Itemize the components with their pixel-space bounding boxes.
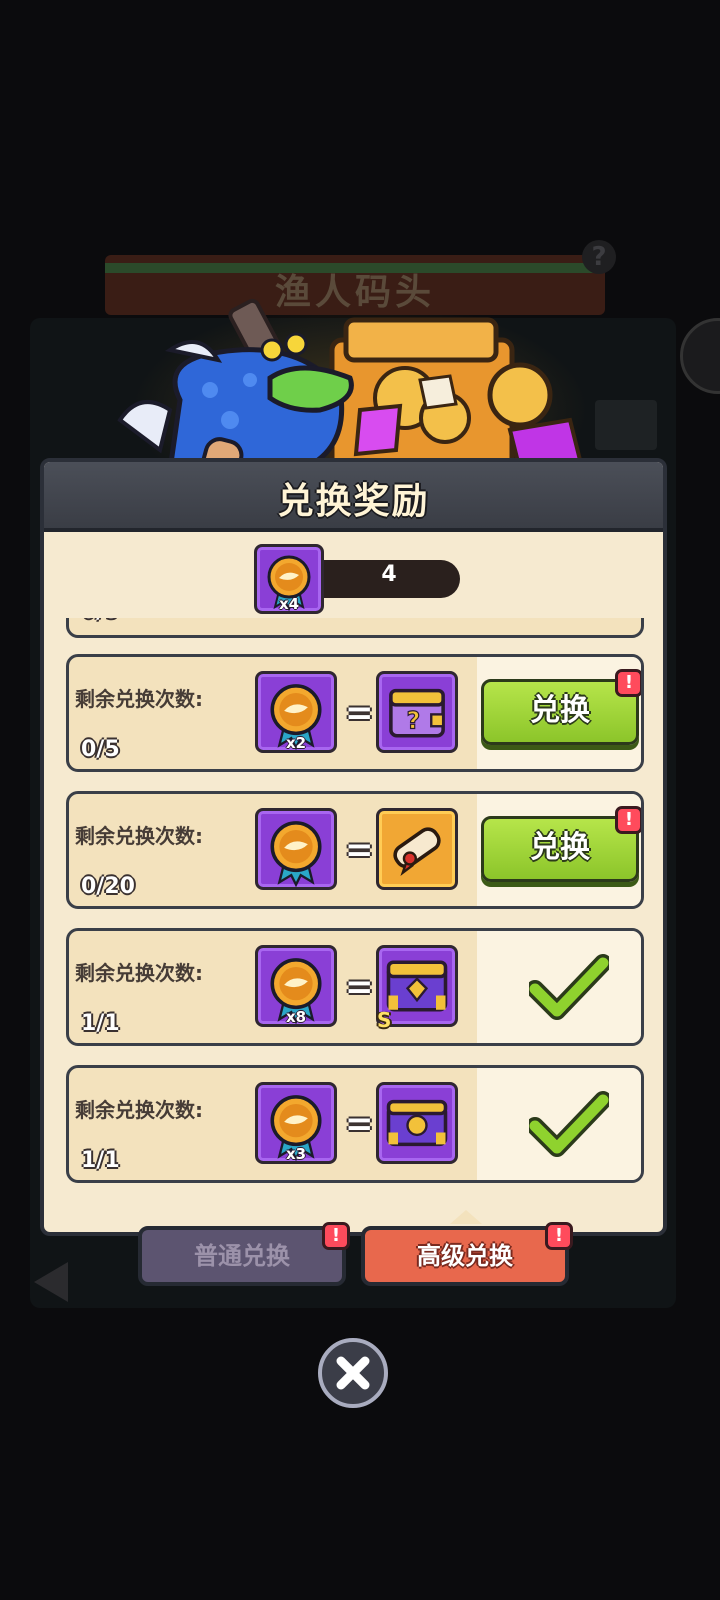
svg-text:?: ? (407, 707, 421, 735)
mystery-chest-icon: ? (389, 688, 445, 738)
dialog-title: 兑换奖励 (277, 481, 430, 522)
remaining-exchanges-label: 剩余兑换次数: (75, 687, 203, 711)
medal-token-slot: x4 (254, 544, 324, 614)
tab-advanced-exchange[interactable]: 高级兑换 (361, 1226, 569, 1286)
fish-emblem-chest-icon (386, 1099, 448, 1147)
tab-pointer (450, 1210, 482, 1224)
reward-slot[interactable] (376, 808, 458, 890)
check-icon (529, 1091, 609, 1157)
alert-badge: ! (322, 1222, 350, 1250)
cost-qty: x8 (285, 1008, 307, 1026)
header-art (117, 298, 583, 480)
help-icon[interactable]: ? (582, 240, 616, 274)
cost-medal-slot (255, 808, 337, 890)
remaining-exchanges-count: 0/5 (81, 737, 120, 762)
close-icon (336, 1356, 370, 1390)
close-button[interactable] (318, 1338, 388, 1408)
reward-slot[interactable]: S (376, 945, 458, 1032)
back-arrow-icon[interactable] (34, 1262, 68, 1302)
remaining-exchanges-label: 剩余兑换次数: (75, 961, 203, 985)
cost-qty: x2 (285, 734, 307, 752)
reward-slot[interactable] (376, 1082, 458, 1164)
remaining-exchanges-count: 0/20 (81, 874, 135, 899)
cost-medal-slot: x8 (255, 945, 337, 1027)
reward-slot[interactable]: ? (376, 671, 458, 753)
avatar[interactable] (680, 318, 720, 394)
token-balance: 4 x4 (44, 532, 663, 618)
remaining-exchanges-label: 剩余兑换次数: (75, 824, 203, 848)
cost-qty: x3 (285, 1145, 307, 1163)
token-balance-value: 4 (381, 562, 397, 587)
remaining-exchanges-label: 剩余兑换次数: (75, 1098, 203, 1122)
list-item: 剩余兑换次数: 1/1 x8 = S (66, 928, 644, 1046)
alert-badge: ! (545, 1222, 573, 1250)
equals-sign: = (345, 830, 374, 870)
medal-icon (270, 821, 322, 888)
remaining-exchanges-count: 1/1 (81, 1148, 120, 1173)
list-item: 剩余兑换次数: 1/1 x3 = (66, 1065, 644, 1183)
equals-sign: = (345, 1104, 374, 1144)
check-icon (529, 954, 609, 1020)
list-item: 剩余兑换次数: 0/5 x2 = ? 兑换 ! (66, 654, 644, 772)
cost-medal-slot: x2 (255, 671, 337, 753)
dialog-title-bar: 兑换奖励 (44, 462, 663, 532)
token-qty: x4 (278, 595, 300, 613)
exchange-reward-dialog: 兑换奖励 4 x4 0/5 剩余兑换次数: 0/5 (40, 458, 667, 1236)
tab-normal-exchange[interactable]: 普通兑换 (138, 1226, 346, 1286)
scroll-icon (393, 827, 441, 876)
equals-sign: = (345, 693, 374, 733)
grade-label: S (377, 1008, 392, 1032)
remaining-exchanges-count: 1/1 (81, 1011, 120, 1036)
alert-badge: ! (615, 806, 641, 834)
equals-sign: = (345, 967, 374, 1007)
exchange-list[interactable]: 0/5 剩余兑换次数: 0/5 x2 = (62, 612, 645, 1192)
alert-badge: ! (615, 669, 641, 697)
cost-medal-slot: x3 (255, 1082, 337, 1164)
treasure-chest-icon (329, 317, 583, 473)
list-item: 剩余兑换次数: 0/20 = 兑换 ! (66, 791, 644, 909)
